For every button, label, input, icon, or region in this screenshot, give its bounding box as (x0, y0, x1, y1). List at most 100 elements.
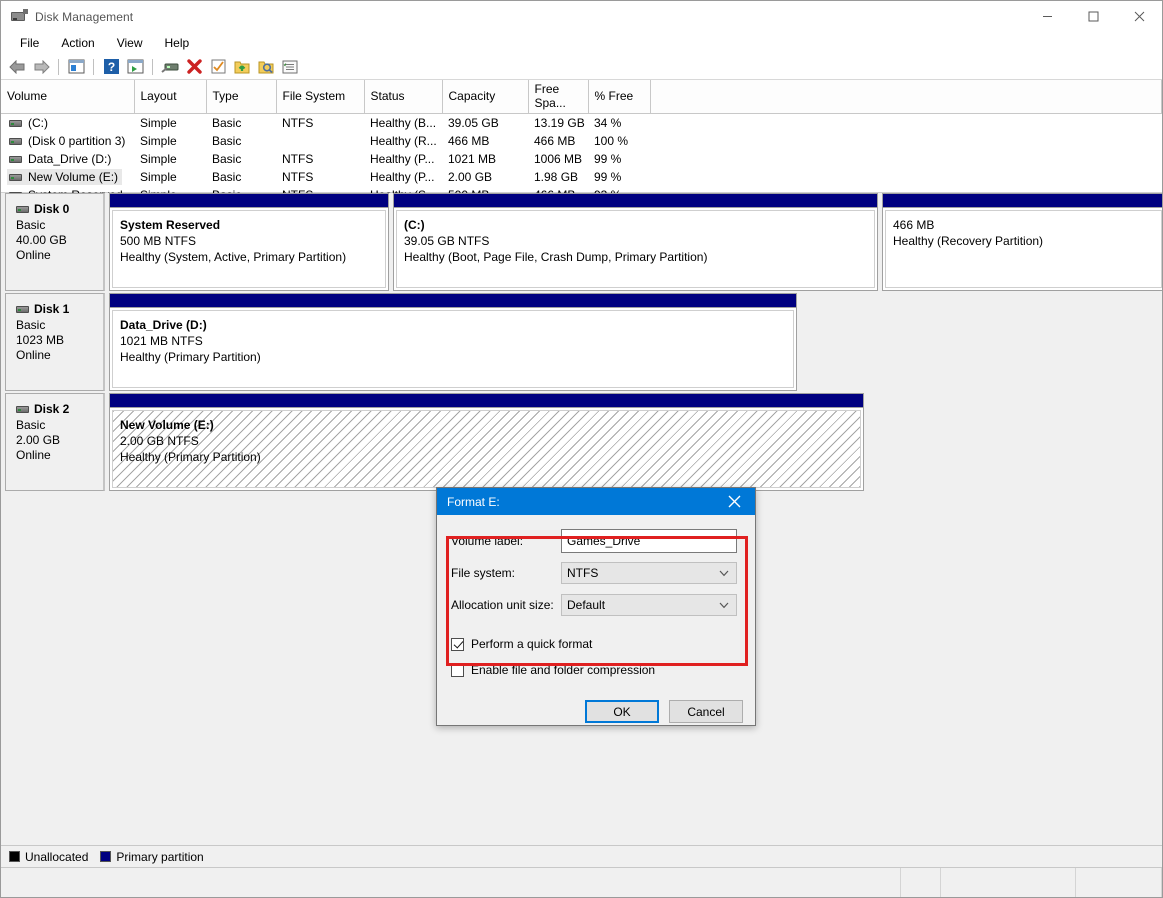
partition-color-bar (110, 394, 863, 408)
disk-partitions-2: New Volume (E:) 2.00 GB NTFS Healthy (Pr… (105, 393, 1162, 491)
show-hide-console-tree-icon[interactable] (65, 56, 87, 78)
details-list-icon[interactable] (279, 56, 301, 78)
file-system-select[interactable]: NTFS (561, 562, 737, 584)
partition-title: System Reserved (120, 217, 377, 233)
cell-type: Basic (206, 114, 276, 133)
disk-info-0[interactable]: Disk 0 Basic 40.00 GB Online (5, 193, 105, 291)
cell-pctfree: 99 % (588, 150, 650, 168)
disk-name: Disk 1 (34, 302, 69, 317)
table-row[interactable]: (C:) Simple Basic NTFS Healthy (B... 39.… (1, 114, 1162, 133)
cell-layout: Simple (134, 168, 206, 186)
cell-status: Healthy (R... (364, 132, 442, 150)
dialog-title-bar: Format E: (437, 488, 755, 515)
export-icon[interactable] (231, 56, 253, 78)
row-volume-name: (C:) (1, 114, 134, 133)
column-header-free-space[interactable]: Free Spa... (528, 80, 588, 114)
rescan-disks-icon[interactable] (159, 56, 181, 78)
volume-label-label: Volume label: (451, 534, 561, 548)
column-header-layout[interactable]: Layout (134, 80, 206, 114)
partition-system-reserved[interactable]: System Reserved 500 MB NTFS Healthy (Sys… (109, 193, 389, 291)
disk-type: Basic (16, 318, 103, 333)
column-header-capacity[interactable]: Capacity (442, 80, 528, 114)
back-arrow-icon[interactable] (6, 56, 28, 78)
column-header-pct-free[interactable]: % Free (588, 80, 650, 114)
status-pane-3 (1076, 868, 1162, 897)
field-file-system: File system: NTFS (451, 559, 755, 587)
column-header-file-system[interactable]: File System (276, 80, 364, 114)
search-icon[interactable] (255, 56, 277, 78)
partition-title: Data_Drive (D:) (120, 317, 785, 333)
dialog-title: Format E: (447, 495, 500, 509)
cell-volume: (C:) (28, 116, 48, 130)
checkbox-enable-compression-label: Enable file and folder compression (471, 663, 655, 677)
cell-capacity: 2.00 GB (442, 168, 528, 186)
column-header-status[interactable]: Status (364, 80, 442, 114)
minimize-icon[interactable] (1024, 1, 1070, 32)
check-icon[interactable] (207, 56, 229, 78)
volume-table-body: (C:) Simple Basic NTFS Healthy (B... 39.… (1, 114, 1162, 205)
cell-volume: New Volume (E:) (28, 170, 118, 184)
disk-management-window: Disk Management File Action View Help (0, 0, 1163, 898)
cell-capacity: 1021 MB (442, 150, 528, 168)
disk-partitions-0: System Reserved 500 MB NTFS Healthy (Sys… (105, 193, 1162, 291)
checkbox-quick-format-box[interactable] (451, 638, 464, 651)
column-header-type[interactable]: Type (206, 80, 276, 114)
checkbox-quick-format[interactable]: Perform a quick format (451, 633, 755, 655)
partition-size: 1021 MB NTFS (120, 333, 785, 349)
close-icon[interactable] (1116, 1, 1162, 32)
allocation-unit-value: Default (567, 598, 605, 612)
disk-type: Basic (16, 418, 103, 433)
row-volume-name: New Volume (E:) (1, 168, 134, 186)
legend-label: Primary partition (116, 850, 203, 864)
table-row[interactable]: New Volume (E:) Simple Basic NTFS Health… (1, 168, 1162, 186)
format-dialog[interactable]: Format E: Volume label: File system: NTF… (436, 487, 756, 726)
disk-info-2[interactable]: Disk 2 Basic 2.00 GB Online (5, 393, 105, 491)
partition-recovery[interactable]: 466 MB Healthy (Recovery Partition) (882, 193, 1162, 291)
drive-icon (9, 156, 22, 163)
partition-data-drive-d[interactable]: Data_Drive (D:) 1021 MB NTFS Healthy (Pr… (109, 293, 797, 391)
allocation-unit-label: Allocation unit size: (451, 598, 561, 612)
forward-arrow-icon[interactable] (30, 56, 52, 78)
table-row[interactable]: Data_Drive (D:) Simple Basic NTFS Health… (1, 150, 1162, 168)
column-header-volume[interactable]: Volume (1, 80, 134, 114)
maximize-icon[interactable] (1070, 1, 1116, 32)
cell-filesystem: NTFS (276, 114, 364, 133)
partition-new-volume-e[interactable]: New Volume (E:) 2.00 GB NTFS Healthy (Pr… (109, 393, 864, 491)
allocation-unit-select[interactable]: Default (561, 594, 737, 616)
menu-help[interactable]: Help (154, 33, 201, 53)
dialog-body: Volume label: File system: NTFS Allocati… (437, 527, 755, 739)
disk-row-0: Disk 0 Basic 40.00 GB Online System Rese… (1, 193, 1162, 291)
ok-button[interactable]: OK (585, 700, 659, 723)
menu-view[interactable]: View (106, 33, 154, 53)
disk-info-1[interactable]: Disk 1 Basic 1023 MB Online (5, 293, 105, 391)
disk-state: Online (16, 248, 103, 263)
title-bar: Disk Management (1, 1, 1162, 32)
cell-capacity: 39.05 GB (442, 114, 528, 133)
status-pane-1 (901, 868, 941, 897)
field-allocation-unit-size: Allocation unit size: Default (451, 591, 755, 619)
menu-file[interactable]: File (9, 33, 50, 53)
row-volume-name: Data_Drive (D:) (1, 150, 134, 168)
menu-action[interactable]: Action (50, 33, 105, 53)
svg-text:?: ? (107, 60, 114, 74)
disk-row-1: Disk 1 Basic 1023 MB Online Data_Drive (… (1, 293, 1162, 391)
volume-list[interactable]: Volume Layout Type File System Status Ca… (1, 80, 1162, 193)
cell-status: Healthy (B... (364, 114, 442, 133)
disk-name: Disk 2 (34, 402, 69, 417)
volume-label-input[interactable] (561, 529, 737, 553)
delete-icon[interactable] (183, 56, 205, 78)
disk-name: Disk 0 (34, 202, 69, 217)
close-icon[interactable] (713, 488, 755, 515)
volume-table-header: Volume Layout Type File System Status Ca… (1, 80, 1162, 114)
disk-state: Online (16, 448, 103, 463)
help-icon[interactable]: ? (100, 56, 122, 78)
checkbox-enable-compression-box[interactable] (451, 664, 464, 677)
partition-c[interactable]: (C:) 39.05 GB NTFS Healthy (Boot, Page F… (393, 193, 878, 291)
partition-color-bar (110, 194, 388, 208)
checkbox-enable-compression[interactable]: Enable file and folder compression (451, 659, 755, 681)
disk-size: 2.00 GB (16, 433, 103, 448)
properties-window-icon[interactable] (124, 56, 146, 78)
disk-icon (16, 306, 29, 313)
table-row[interactable]: (Disk 0 partition 3) Simple Basic Health… (1, 132, 1162, 150)
cancel-button[interactable]: Cancel (669, 700, 743, 723)
